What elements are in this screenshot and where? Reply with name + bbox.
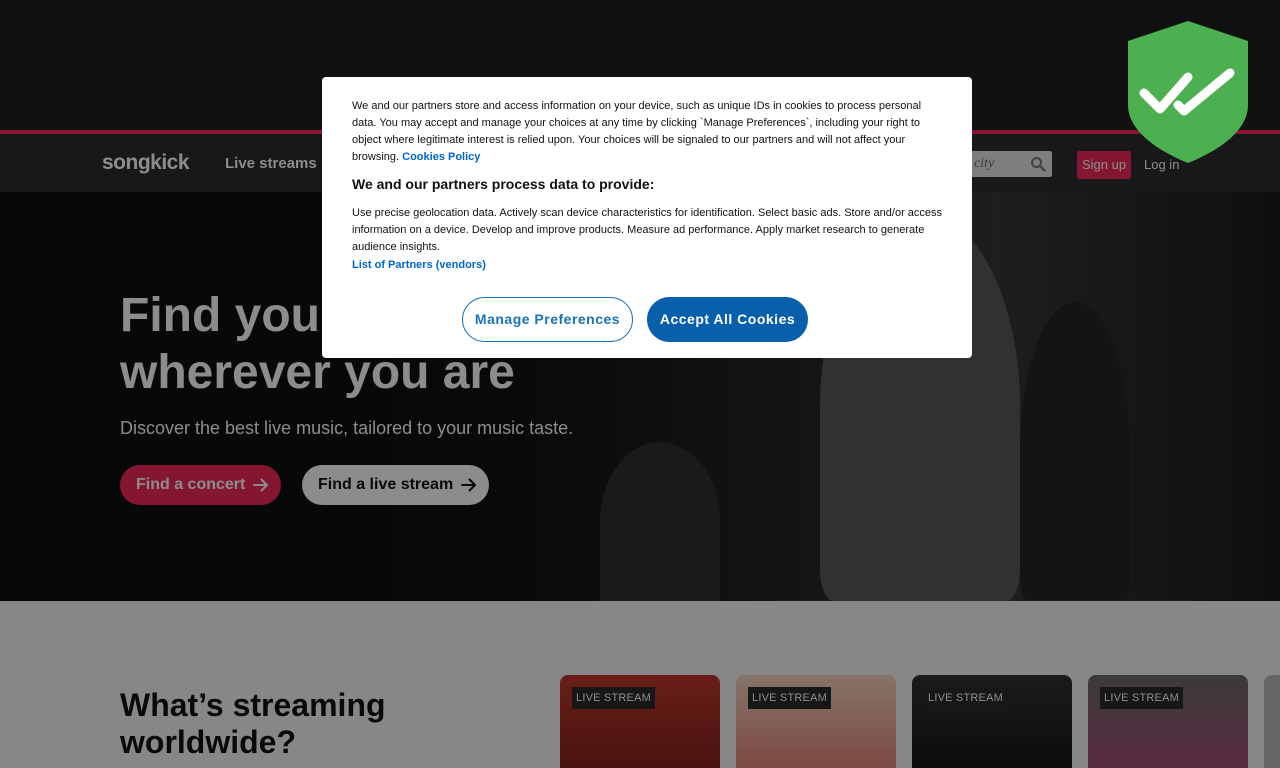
shield-double-check-icon — [1128, 21, 1248, 163]
accept-all-cookies-button[interactable]: Accept All Cookies — [647, 297, 808, 342]
manage-preferences-button[interactable]: Manage Preferences — [462, 297, 633, 342]
cookie-intro-text: We and our partners store and access inf… — [352, 98, 944, 166]
list-of-partners-link[interactable]: List of Partners (vendors) — [352, 259, 486, 271]
cookie-purposes-text: Use precise geolocation data. Actively s… — [352, 207, 943, 253]
cookie-consent-dialog: We and our partners store and access inf… — [322, 77, 972, 358]
cookie-purposes-heading: We and our partners process data to prov… — [352, 176, 655, 192]
cookies-policy-link[interactable]: Cookies Policy — [402, 151, 480, 163]
